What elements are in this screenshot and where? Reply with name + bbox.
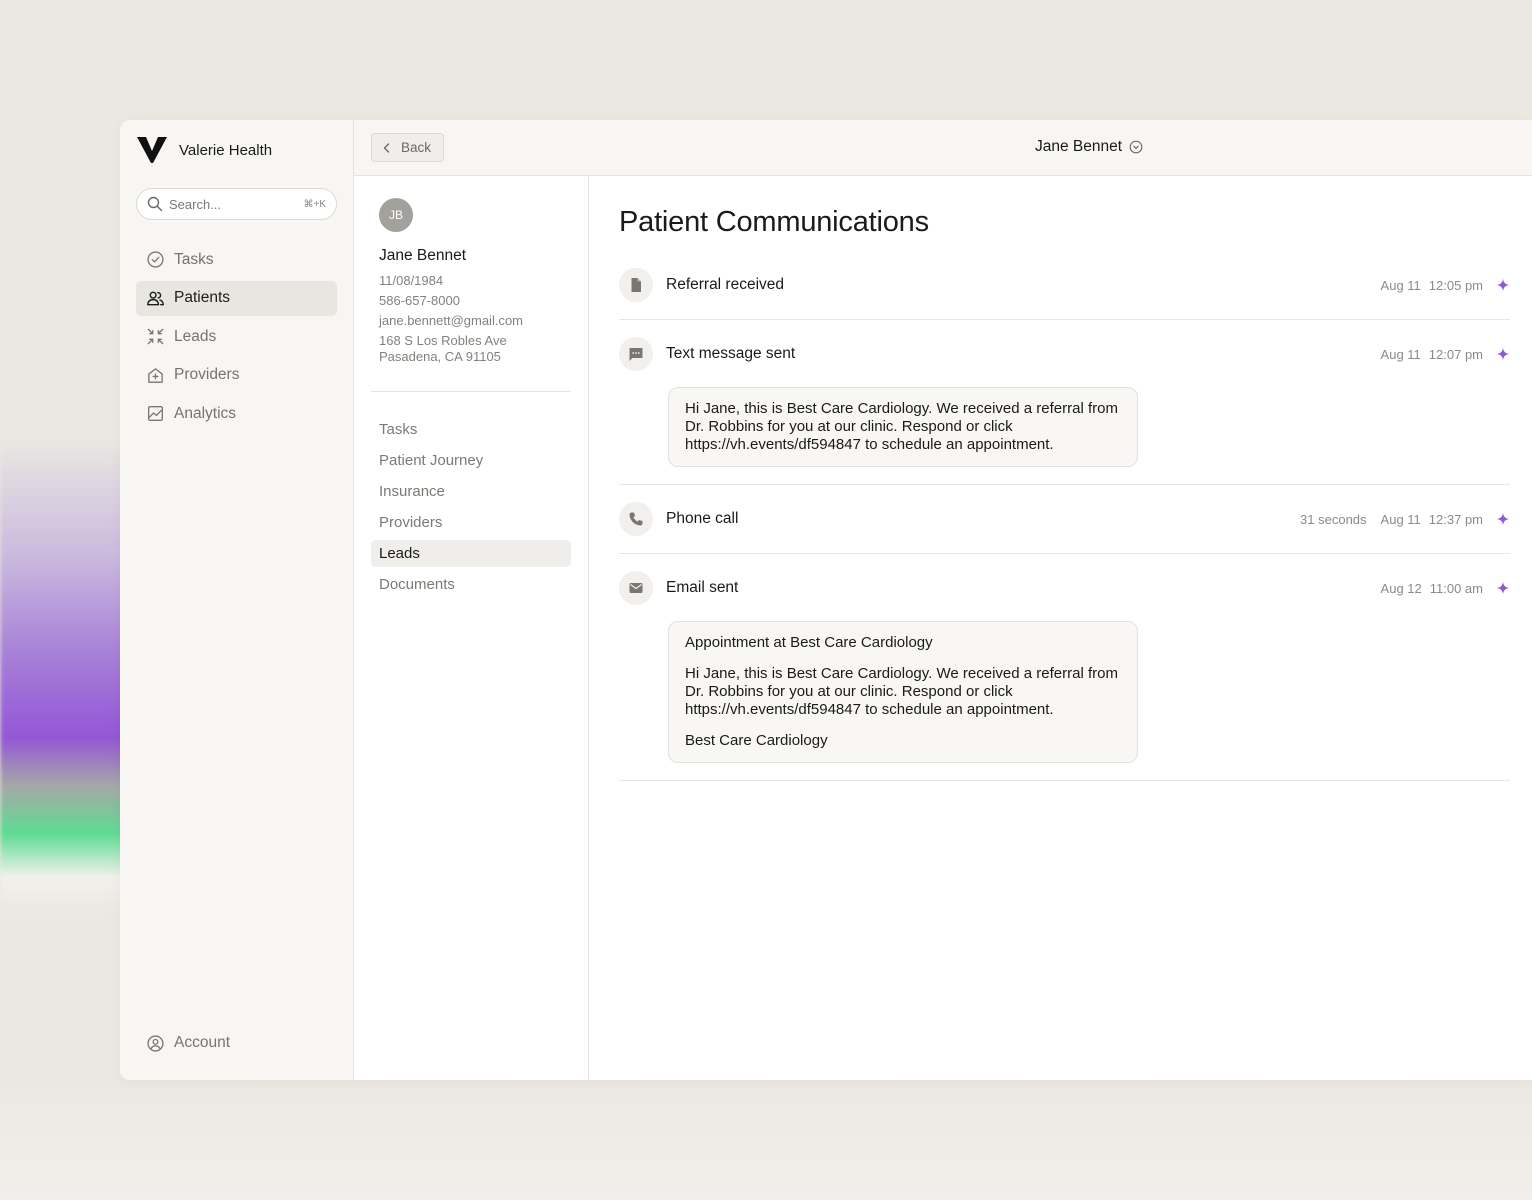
app-window: Valerie Health ⌘+K Tasks [120,120,1532,1080]
sparkle-icon[interactable] [1496,278,1510,292]
mail-icon [619,571,653,605]
subnav-item-tasks[interactable]: Tasks [371,416,571,443]
sidebar-item-label: Providers [174,366,240,383]
sidebar-item-label: Account [174,1034,231,1051]
communication-time: 12:37 pm [1428,511,1483,527]
users-icon [146,291,165,305]
search-input[interactable] [169,196,289,212]
analytics-icon [147,405,164,422]
message-bubble: Hi Jane, this is Best Care Cardiology. W… [668,387,1138,467]
communication-time: 12:07 pm [1428,346,1483,362]
page-title: Jane Bennet [1035,138,1123,155]
search-icon [147,196,163,212]
background-gradient [0,440,140,920]
message-icon [619,337,653,371]
email-subject: Appointment at Best Care Cardiology [685,634,933,651]
patient-name: Jane Bennet [379,247,467,264]
chevron-down-circle-icon [1129,140,1143,154]
divider [371,391,571,392]
subnav-item-patient-journey[interactable]: Patient Journey [371,447,571,474]
email-signature: Best Care Cardiology [685,732,828,749]
phone-icon [619,502,653,536]
subnav-item-documents[interactable]: Documents [371,571,571,598]
communications-panel: Patient Communications Referral received… [589,176,1532,1080]
sidebar-item-providers[interactable]: Providers [136,358,337,393]
sparkle-icon[interactable] [1496,347,1510,361]
brand-logo-icon [137,137,167,163]
patient-address-line1: 168 S Los Robles Ave [379,333,507,348]
top-bar: Back Jane Bennet [354,120,1532,176]
document-icon [619,268,653,302]
patient-selector[interactable]: Jane Bennet [1035,138,1143,156]
communication-header: Referral received Aug 11 12:05 pm [619,268,1510,302]
communication-meta: Aug 12 11:00 am [1381,581,1510,596]
communication-header: Phone call 31 seconds Aug 11 12:37 pm [619,502,1510,536]
communication-time: 11:00 am [1429,580,1483,596]
patient-subnav: Tasks Patient Journey Insurance Provider… [371,416,571,598]
communications-list: Referral received Aug 11 12:05 pm Text m… [619,268,1510,781]
communication-title: Text message sent [666,345,796,362]
providers-icon [148,367,163,383]
search-shortcut: ⌘+K [303,198,326,210]
communication-meta: 31 seconds Aug 11 12:37 pm [1300,512,1510,527]
check-circle-icon [147,251,164,268]
sidebar-item-label: Patients [174,289,231,306]
sidebar-item-patients[interactable]: Patients [136,280,337,316]
sparkle-icon[interactable] [1496,581,1510,595]
sidebar: Valerie Health ⌘+K Tasks [120,120,354,1080]
patient-address-line2: Pasadena, CA 91105 [379,349,501,364]
avatar: JB [379,198,413,232]
communication-meta: Aug 11 12:07 pm [1381,347,1510,362]
email-bubble: Appointment at Best Care Cardiology Hi J… [668,621,1138,763]
chevron-left-icon [383,142,390,153]
communication-time: 12:05 pm [1428,277,1483,293]
sparkle-icon[interactable] [1496,512,1510,526]
communication-date: Aug 11 [1380,346,1421,362]
section-title: Patient Communications [619,206,929,238]
communication-title: Phone call [666,510,739,527]
main-area: Back Jane Bennet JB Jane Bennet 11/08/19… [354,120,1532,1080]
message-body: Hi Jane, this is Best Care Cardiology. W… [685,400,1118,453]
sidebar-item-label: Leads [174,327,217,345]
brand[interactable]: Valerie Health [137,136,337,164]
communication-date: Aug 11 [1380,511,1421,527]
sidebar-nav: Tasks Patients Leads Providers Analytics [136,242,337,431]
communication-date: Aug 11 [1380,277,1421,293]
sidebar-item-analytics[interactable]: Analytics [136,396,337,431]
communication-item[interactable]: Referral received Aug 11 12:05 pm [619,268,1510,320]
content-area: JB Jane Bennet 11/08/1984 586-657-8000 j… [354,176,1532,1080]
search-box[interactable]: ⌘+K [136,188,337,220]
subnav-item-leads[interactable]: Leads [371,540,571,567]
communication-title: Email sent [666,579,739,596]
communication-item[interactable]: Phone call 31 seconds Aug 11 12:37 pm [619,502,1510,554]
communication-item[interactable]: Text message sent Aug 11 12:07 pm Hi Jan… [619,337,1510,485]
communication-header: Email sent Aug 12 11:00 am [619,571,1510,605]
patient-dob: 11/08/1984 [379,273,444,288]
sidebar-item-label: Tasks [174,250,214,268]
communication-header: Text message sent Aug 11 12:07 pm [619,337,1510,371]
communication-date: Aug 12 [1380,580,1422,596]
sidebar-item-leads[interactable]: Leads [136,319,337,354]
communication-item[interactable]: Email sent Aug 12 11:00 am Appointment a… [619,571,1510,781]
patient-phone: 586-657-8000 [379,293,460,308]
back-label: Back [401,140,432,155]
patient-info: 11/08/1984 586-657-8000 jane.bennett@gma… [379,271,571,365]
patient-panel: JB Jane Bennet 11/08/1984 586-657-8000 j… [354,176,589,1080]
email-body: Hi Jane, this is Best Care Cardiology. W… [685,665,1118,718]
sidebar-item-tasks[interactable]: Tasks [136,242,337,277]
call-duration: 31 seconds [1300,511,1367,527]
subnav-item-providers[interactable]: Providers [371,509,571,536]
subnav-item-insurance[interactable]: Insurance [371,478,571,505]
patient-email: jane.bennett@gmail.com [379,313,523,328]
communication-title: Referral received [666,276,785,293]
background-fade [0,1080,1532,1200]
communication-meta: Aug 11 12:05 pm [1381,278,1510,293]
leads-icon [147,328,164,345]
brand-name: Valerie Health [179,141,273,159]
sidebar-item-label: Analytics [174,404,237,422]
sidebar-item-account[interactable]: Account [136,1026,338,1061]
back-button[interactable]: Back [371,133,445,162]
account-icon [147,1034,164,1052]
